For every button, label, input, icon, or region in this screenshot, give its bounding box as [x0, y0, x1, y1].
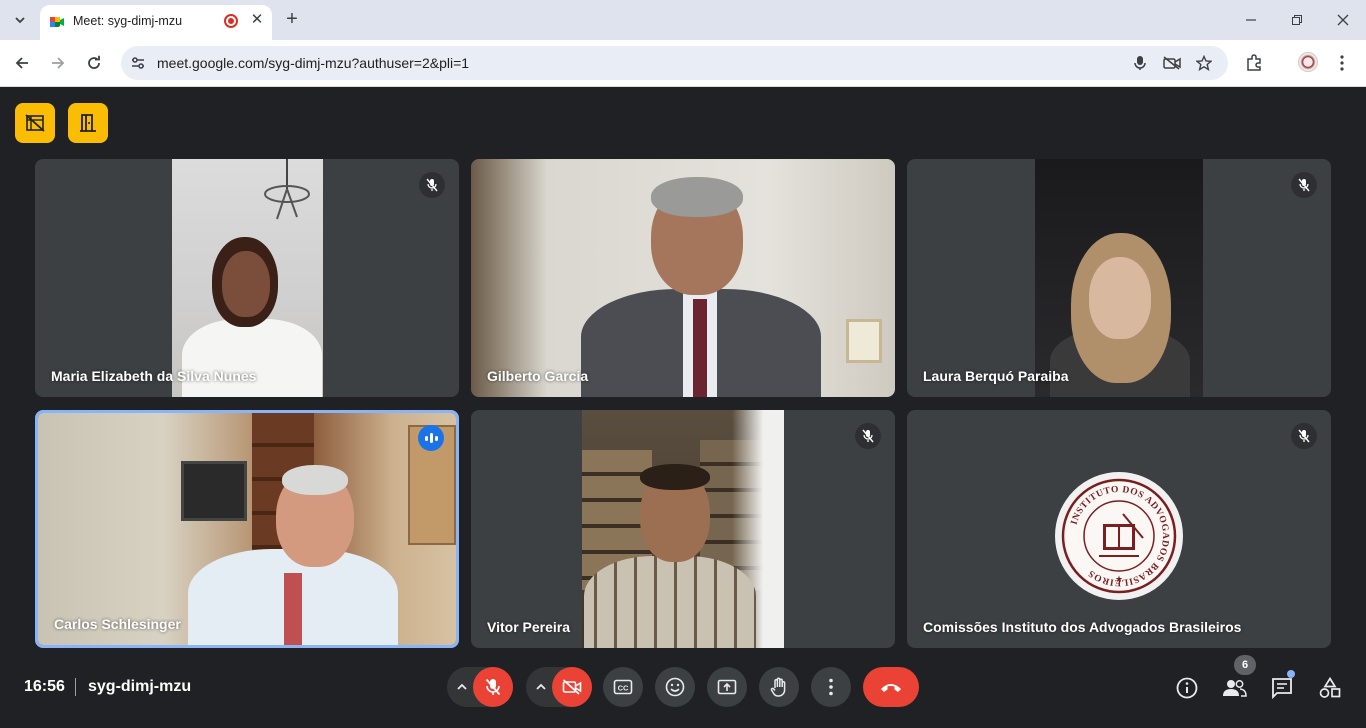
site-settings-icon: [132, 57, 144, 69]
arrow-right-icon: [52, 57, 65, 69]
participant-name: Gilberto Garcia: [487, 368, 589, 384]
reload-icon: [88, 55, 100, 69]
chat-notification-dot: [1287, 670, 1295, 678]
recording-indicator-icon: [224, 14, 238, 28]
participant-tile[interactable]: Gilberto Garcia: [471, 159, 895, 397]
bookmark-star-icon[interactable]: [1195, 54, 1213, 72]
svg-text:CC: CC: [618, 684, 629, 693]
more-options-button[interactable]: [811, 667, 851, 707]
puzzle-icon: [1247, 54, 1261, 71]
video-options-button[interactable]: [529, 675, 553, 699]
videocam-off-icon: [562, 679, 582, 695]
divider: [75, 678, 76, 696]
close-window-button[interactable]: [1333, 10, 1353, 30]
chevron-up-icon: [457, 683, 467, 690]
hand-icon: [770, 677, 786, 697]
info-icon: [1176, 677, 1198, 699]
minimize-button[interactable]: [1241, 10, 1261, 30]
browser-menu-button[interactable]: [1331, 52, 1353, 74]
back-button[interactable]: [10, 51, 34, 75]
meeting-time: 16:56: [24, 678, 65, 695]
address-bar[interactable]: meet.google.com/syg-dimj-mzu?authuser=2&…: [121, 46, 1228, 80]
profile-avatar[interactable]: [1298, 52, 1318, 72]
forward-button[interactable]: [46, 51, 70, 75]
toggle-mic-button[interactable]: [473, 667, 513, 707]
active-tab[interactable]: Meet: syg-dimj-mzu ✕: [40, 5, 272, 40]
activities-icon: [1319, 677, 1341, 698]
participant-video: [1035, 159, 1203, 397]
activities-button[interactable]: [1317, 675, 1343, 701]
minimize-icon: [1246, 19, 1256, 21]
participant-name: Vitor Pereira: [487, 619, 571, 635]
restore-button[interactable]: [1287, 10, 1307, 30]
present-to-all-icon: [717, 679, 737, 695]
meeting-details-button[interactable]: [1174, 675, 1200, 701]
more-vert-icon: [1340, 55, 1344, 71]
chevron-down-icon: [15, 17, 25, 24]
toggle-camera-button[interactable]: [552, 667, 592, 707]
people-count-badge: 6: [1234, 655, 1256, 675]
mic-off-icon: [1291, 423, 1317, 449]
closed-captions-icon: CC: [613, 679, 633, 695]
meet-favicon-icon: [50, 17, 64, 27]
participant-tile[interactable]: Maria Elizabeth da Silva Nunes: [35, 159, 459, 397]
chat-button[interactable]: [1269, 675, 1295, 701]
participant-avatar: INSTITUTO DOS ADVOGADOS BRASILEIROS ★: [1055, 472, 1183, 600]
call-end-icon: [881, 684, 901, 692]
recording-control-button[interactable]: [15, 103, 55, 143]
speaking-indicator-icon: [418, 425, 444, 451]
mic-off-icon: [419, 172, 445, 198]
film-off-icon: [25, 114, 45, 132]
meeting-code: syg-dimj-mzu: [88, 678, 192, 695]
wall-frame: [846, 319, 882, 363]
chandelier-icon: [264, 159, 310, 220]
arrow-left-icon: [15, 57, 28, 69]
participant-tile[interactable]: Vitor Pereira: [471, 410, 895, 648]
participant-video: [172, 159, 323, 397]
restore-icon: [1292, 15, 1302, 25]
microphone-icon[interactable]: [1131, 54, 1149, 72]
participant-video: [471, 159, 895, 397]
raise-hand-button[interactable]: [759, 667, 799, 707]
participant-name: Maria Elizabeth da Silva Nunes: [51, 368, 257, 384]
mic-off-icon: [1291, 172, 1317, 198]
extensions-button[interactable]: [1243, 52, 1265, 74]
participant-tile[interactable]: Laura Berquó Paraiba: [907, 159, 1331, 397]
browser-toolbar: meet.google.com/syg-dimj-mzu?authuser=2&…: [0, 40, 1366, 87]
host-controls-button[interactable]: [68, 103, 108, 143]
leave-call-button[interactable]: [863, 667, 919, 707]
chat-icon: [1272, 678, 1292, 699]
camera-off-icon[interactable]: [1163, 54, 1181, 72]
people-button[interactable]: [1221, 675, 1247, 701]
reactions-button[interactable]: [655, 667, 695, 707]
mic-off-icon: [855, 423, 881, 449]
participant-tile[interactable]: INSTITUTO DOS ADVOGADOS BRASILEIROS ★ Co…: [907, 410, 1331, 648]
captions-button[interactable]: CC: [603, 667, 643, 707]
reload-button[interactable]: [82, 51, 106, 75]
svg-text:★: ★: [1115, 574, 1123, 584]
iab-seal-logo: INSTITUTO DOS ADVOGADOS BRASILEIROS ★: [1061, 478, 1177, 594]
tab-search-button[interactable]: [8, 8, 32, 32]
participant-name: Laura Berquó Paraiba: [923, 368, 1069, 384]
more-vert-icon: [829, 678, 833, 696]
participant-name: Comissões Instituto dos Advogados Brasil…: [923, 619, 1242, 635]
tab-strip: Meet: syg-dimj-mzu ✕ +: [0, 0, 1366, 40]
audio-options-button[interactable]: [450, 675, 474, 699]
participant-tile[interactable]: Carlos Schlesinger: [35, 410, 459, 648]
mic-off-icon: [485, 678, 501, 696]
participant-video: [38, 413, 456, 645]
door-icon: [80, 114, 96, 132]
wall-frame: [181, 461, 247, 521]
url-text: meet.google.com/syg-dimj-mzu?authuser=2&…: [157, 55, 470, 71]
tab-title: Meet: syg-dimj-mzu: [73, 14, 183, 28]
present-screen-button[interactable]: [707, 667, 747, 707]
emoji-icon: [665, 677, 685, 697]
participant-name: Carlos Schlesinger: [54, 616, 181, 632]
chevron-up-icon: [536, 683, 546, 690]
new-tab-button[interactable]: +: [281, 8, 303, 30]
tab-close-icon[interactable]: ✕: [248, 11, 266, 29]
participant-video: [582, 410, 784, 648]
people-icon: [1223, 680, 1247, 697]
close-icon: [1337, 14, 1349, 26]
